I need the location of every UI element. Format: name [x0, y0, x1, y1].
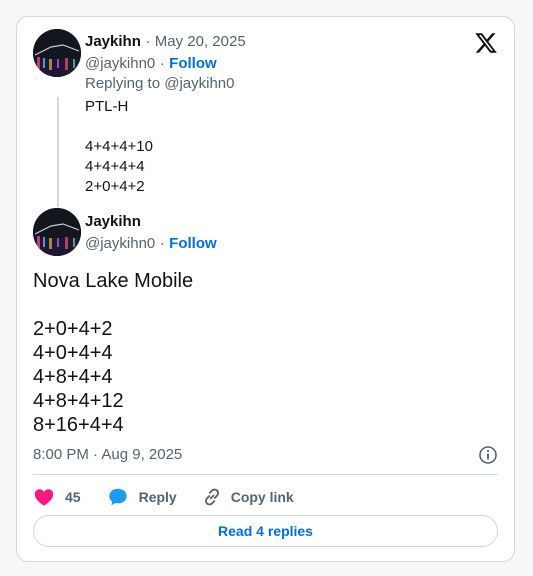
- speech-bubble-icon: [107, 486, 129, 508]
- main-text-line: 2+0+4+2: [33, 318, 113, 340]
- heart-icon: [33, 486, 55, 508]
- main-handle[interactable]: @jaykihn0: [85, 235, 155, 252]
- parent-handle-row: @jaykihn0 · Follow: [85, 55, 217, 73]
- parent-text-line: PTL-H: [85, 98, 129, 115]
- action-bar: 45 Reply Copy link: [33, 485, 294, 509]
- parent-text-line: 4+4+4+10: [85, 138, 153, 155]
- main-text-line: [33, 293, 193, 317]
- read-replies-button[interactable]: Read 4 replies: [33, 515, 498, 547]
- main-text-line: Nova Lake Mobile: [33, 270, 194, 292]
- separator: ·: [159, 55, 165, 72]
- copy-link-button[interactable]: Copy link: [201, 486, 294, 508]
- main-text-line: 4+0+4+4: [33, 342, 113, 364]
- parent-avatar[interactable]: [33, 29, 81, 77]
- like-button[interactable]: 45: [33, 486, 81, 508]
- main-handle-row: @jaykihn0 · Follow: [85, 235, 217, 253]
- main-avatar[interactable]: [33, 208, 81, 256]
- x-logo-icon[interactable]: [474, 31, 498, 55]
- info-icon[interactable]: [478, 445, 498, 465]
- main-header: Jaykihn: [85, 213, 141, 231]
- reply-label: Reply: [138, 489, 177, 505]
- copy-link-label: Copy link: [230, 489, 294, 505]
- parent-text-line: 4+4+4+4: [85, 158, 145, 175]
- main-tweet-text: Nova Lake Mobile 2+0+4+2 4+0+4+4 4+8+4+4…: [33, 269, 193, 437]
- main-display-name[interactable]: Jaykihn: [85, 213, 141, 230]
- embedded-tweet-card: Jaykihn · May 20, 2025 @jaykihn0 · Follo…: [16, 16, 515, 562]
- main-text-line: 4+8+4+12: [33, 390, 124, 412]
- replying-to-label: Replying to @jaykihn0: [85, 75, 235, 92]
- reply-button[interactable]: Reply: [107, 486, 177, 508]
- thread-connector-line: [57, 97, 59, 207]
- parent-text-line: 2+0+4+2: [85, 178, 145, 195]
- separator: ·: [159, 235, 165, 252]
- link-icon: [201, 486, 223, 508]
- parent-header: Jaykihn · May 20, 2025: [85, 33, 246, 51]
- parent-follow-link[interactable]: Follow: [169, 55, 217, 72]
- like-count: 45: [65, 489, 81, 505]
- main-text-line: 4+8+4+4: [33, 366, 113, 388]
- main-text-line: 8+16+4+4: [33, 414, 124, 436]
- parent-date[interactable]: May 20, 2025: [155, 33, 246, 50]
- separator: ·: [145, 33, 151, 50]
- tweet-timestamp[interactable]: 8:00 PM · Aug 9, 2025: [33, 446, 182, 463]
- main-follow-link[interactable]: Follow: [169, 235, 217, 252]
- parent-tweet-text: PTL-H 4+4+4+10 4+4+4+4 2+0+4+2: [85, 97, 153, 197]
- parent-handle[interactable]: @jaykihn0: [85, 55, 155, 72]
- parent-text-line: [85, 117, 153, 137]
- divider: [33, 474, 498, 475]
- parent-display-name[interactable]: Jaykihn: [85, 33, 141, 50]
